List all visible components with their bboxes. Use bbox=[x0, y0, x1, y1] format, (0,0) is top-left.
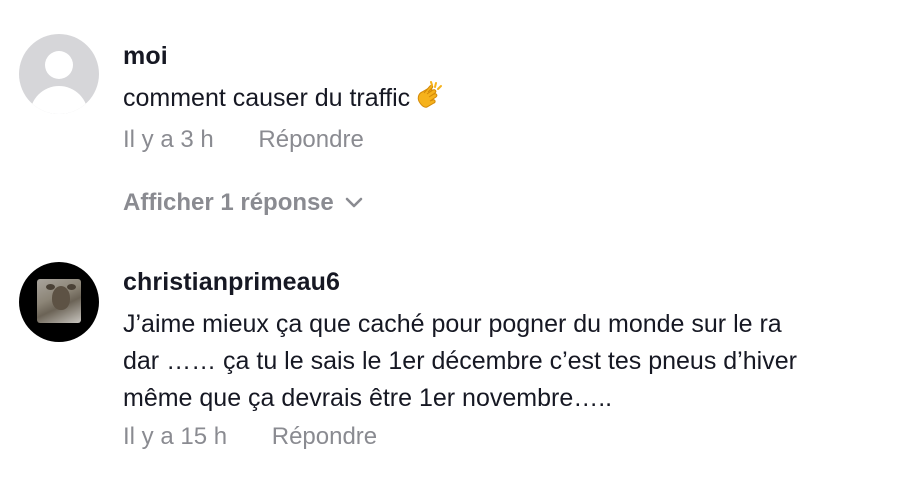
comment-content: moi comment causer du traffic Il y a 3 h bbox=[123, 40, 888, 156]
comment-username[interactable]: christianprimeau6 bbox=[123, 266, 888, 298]
comment-meta: Il y a 15 h Répondre bbox=[123, 421, 888, 453]
comment-timestamp: Il y a 15 h bbox=[123, 423, 228, 450]
default-avatar-head bbox=[45, 51, 73, 79]
default-avatar-body bbox=[30, 86, 88, 114]
comment-text: J’aime mieux ça que caché pour pogner du… bbox=[123, 306, 888, 417]
comment-text-line: J’aime mieux ça que caché pour pogner du… bbox=[123, 310, 782, 338]
comment-text-line: même que ça devrais être 1er novembre….. bbox=[123, 384, 613, 412]
avatar-photo-detail bbox=[67, 284, 76, 290]
avatar-photo-detail bbox=[52, 286, 70, 310]
comment-timestamp: Il y a 3 h bbox=[123, 126, 214, 153]
comment-item: moi comment causer du traffic Il y a 3 h bbox=[0, 0, 908, 180]
show-replies-label: Afficher 1 réponse bbox=[123, 189, 334, 216]
chevron-down-icon bbox=[344, 186, 364, 218]
comment-username[interactable]: moi bbox=[123, 40, 888, 72]
avatar[interactable] bbox=[19, 262, 99, 342]
comment-content: christianprimeau6 J’aime mieux ça que ca… bbox=[123, 266, 888, 453]
comment-text-body: comment causer du traffic bbox=[123, 84, 411, 112]
avatar[interactable] bbox=[19, 34, 99, 114]
comment-item: christianprimeau6 J’aime mieux ça que ca… bbox=[0, 248, 908, 482]
comment-text: comment causer du traffic bbox=[123, 80, 888, 120]
comment-text-line: dar …… ça tu le sais le 1er décembre c’e… bbox=[123, 347, 797, 375]
clapping-hands-icon bbox=[414, 81, 444, 120]
comments-panel: moi comment causer du traffic Il y a 3 h bbox=[0, 0, 908, 482]
reply-button[interactable]: Répondre bbox=[272, 421, 377, 453]
reply-button[interactable]: Répondre bbox=[258, 124, 363, 156]
comment-meta: Il y a 3 h Répondre bbox=[123, 124, 888, 156]
show-replies-button[interactable]: Afficher 1 réponse bbox=[123, 186, 364, 219]
